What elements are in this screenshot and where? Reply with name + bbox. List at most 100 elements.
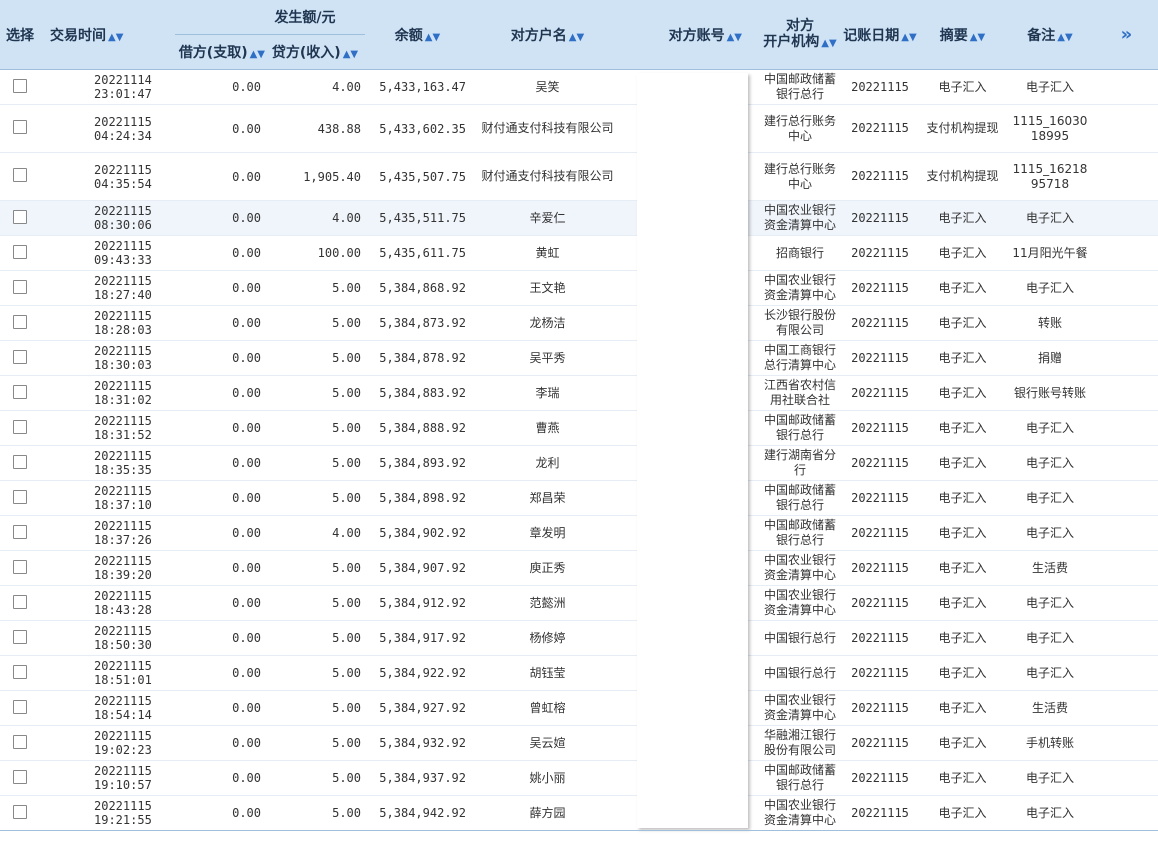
table-row[interactable]: 20221115 04:35:54 0.00 1,905.40 5,435,507.75… <box>0 152 1158 201</box>
row-checkbox[interactable] <box>13 664 27 679</box>
row-select-cell[interactable] <box>0 795 40 831</box>
transaction-time: 20221115 18:54:14 <box>40 690 175 726</box>
table-row[interactable]: 2022111518:37:260.004.005,384,902.92章发明6… <box>0 515 1158 551</box>
row-select-cell[interactable] <box>0 655 40 691</box>
table-row[interactable]: 20221115 04:24:34 0.00 438.88 5,433,602.35 财付… <box>0 104 1158 153</box>
row-checkbox[interactable] <box>13 769 27 784</box>
row-checkbox[interactable] <box>13 629 27 644</box>
row-checkbox[interactable] <box>13 209 27 224</box>
table-row[interactable]: 2022111518:35:350.005.005,384,893.92龙利62… <box>0 445 1158 481</box>
row-select-cell[interactable] <box>0 152 40 201</box>
table-row[interactable]: 2022111519:10:570.005.005,384,937.92姚小丽6… <box>0 760 1158 796</box>
table-row[interactable]: 2022111508:30:060.004.005,435,511.75辛爱仁6… <box>0 200 1158 236</box>
row-select-cell[interactable] <box>0 760 40 796</box>
row-checkbox[interactable] <box>13 279 27 294</box>
row-checkbox[interactable] <box>13 489 27 504</box>
debit-amount: 0.00 <box>175 340 265 376</box>
row-select-cell[interactable] <box>0 515 40 551</box>
row-select-cell[interactable] <box>0 270 40 306</box>
credit-amount: 5.00 <box>265 690 365 726</box>
header-counterparty-account[interactable]: 对方账号 ▲▼ <box>625 0 760 70</box>
header-credit[interactable]: 贷方(收入) ▲▼ <box>265 34 365 70</box>
sort-updown-icon[interactable]: ▲▼ <box>569 32 584 43</box>
header-post-date[interactable]: 记账日期 ▲▼ <box>840 0 920 70</box>
row-checkbox[interactable] <box>13 454 27 469</box>
row-checkbox[interactable] <box>13 559 27 574</box>
row-select-cell[interactable] <box>0 200 40 236</box>
sort-updown-icon[interactable]: ▲▼ <box>425 32 440 43</box>
scroll-right-button[interactable]: » <box>1095 0 1158 70</box>
remark: 手机转账 <box>1005 725 1095 761</box>
sort-updown-icon[interactable]: ▲▼ <box>250 49 265 60</box>
table-row[interactable]: 2022111518:54:140.005.005,384,927.92曾虹榕6… <box>0 690 1158 726</box>
sort-updown-icon[interactable]: ▲▼ <box>343 49 358 60</box>
row-select-cell[interactable] <box>0 445 40 481</box>
row-select-cell[interactable] <box>0 69 40 105</box>
row-checkbox[interactable] <box>13 524 27 539</box>
sort-updown-icon[interactable]: ▲▼ <box>970 32 985 43</box>
table-row[interactable]: 2022111518:31:520.005.005,384,888.92曹燕62… <box>0 410 1158 446</box>
table-row[interactable]: 2022111519:02:230.005.005,384,932.92吴云媗6… <box>0 725 1158 761</box>
table-row[interactable]: 2022111518:30:030.005.005,384,878.92吴平秀6… <box>0 340 1158 376</box>
row-select-cell[interactable] <box>0 585 40 621</box>
sort-updown-icon[interactable]: ▲▼ <box>727 32 742 43</box>
row-checkbox[interactable] <box>13 734 27 749</box>
sort-updown-icon[interactable]: ▲▼ <box>108 32 123 43</box>
balance-amount: 5,384,927.92 <box>365 690 470 726</box>
counterparty-bank: 江西省农村信用社联合社 <box>760 375 840 411</box>
table-row[interactable]: 2022111518:43:280.005.005,384,912.92范懿洲6… <box>0 585 1158 621</box>
row-checkbox[interactable] <box>13 314 27 329</box>
table-row[interactable]: 2022111518:28:030.005.005,384,873.92龙杨洁6… <box>0 305 1158 341</box>
sort-updown-icon[interactable]: ▲▼ <box>901 32 916 43</box>
row-checkbox[interactable] <box>13 419 27 434</box>
row-checkbox[interactable] <box>13 349 27 364</box>
header-balance[interactable]: 余额 ▲▼ <box>365 0 470 70</box>
row-checkbox[interactable] <box>13 78 27 93</box>
summary: 电子汇入 <box>920 200 1005 236</box>
row-select-cell[interactable] <box>0 410 40 446</box>
table-row[interactable]: 2022111518:27:400.005.005,384,868.92王文艳6… <box>0 270 1158 306</box>
row-checkbox[interactable] <box>13 384 27 399</box>
counterparty-name: 范懿洲 <box>470 585 625 621</box>
header-remark[interactable]: 备注 ▲▼ <box>1005 0 1095 70</box>
header-counterparty-bank[interactable]: 对方 开户机构 ▲▼ <box>760 0 840 70</box>
remark: 电子汇入 <box>1005 515 1095 551</box>
table-row[interactable]: 2022111423:01:470.004.005,433,163.47吴笑62… <box>0 69 1158 105</box>
row-checkbox[interactable] <box>13 699 27 714</box>
table-row[interactable]: 2022111519:21:550.005.005,384,942.92薛方园6… <box>0 795 1158 831</box>
table-row[interactable]: 2022111518:31:020.005.005,384,883.92李瑞62… <box>0 375 1158 411</box>
row-select-cell[interactable] <box>0 690 40 726</box>
remark: 1115_1603018995 <box>1005 104 1095 153</box>
table-row[interactable]: 2022111518:50:300.005.005,384,917.92杨修婷6… <box>0 620 1158 656</box>
row-select-cell[interactable] <box>0 550 40 586</box>
row-select-cell[interactable] <box>0 480 40 516</box>
sort-updown-icon[interactable]: ▲▼ <box>1057 32 1072 43</box>
double-chevron-right-icon[interactable]: » <box>1121 24 1133 45</box>
table-row[interactable]: 20221115 09:43:33 0.00 100.00 5,435,611.75 黄虹… <box>0 235 1158 271</box>
row-select-cell[interactable] <box>0 305 40 341</box>
balance-amount: 5,384,878.92 <box>365 340 470 376</box>
summary: 电子汇入 <box>920 795 1005 831</box>
row-select-cell[interactable] <box>0 725 40 761</box>
header-time[interactable]: 交易时间 ▲▼ <box>40 0 175 70</box>
sort-updown-icon[interactable]: ▲▼ <box>821 38 836 49</box>
counterparty-bank: 建行总行账务中心 <box>760 152 840 201</box>
row-checkbox[interactable] <box>13 244 27 259</box>
row-select-cell[interactable] <box>0 620 40 656</box>
header-counterparty-name[interactable]: 对方户名 ▲▼ <box>470 0 625 70</box>
transaction-time: 20221115 18:37:10 <box>40 480 175 516</box>
row-select-cell[interactable] <box>0 375 40 411</box>
row-checkbox[interactable] <box>13 168 27 182</box>
row-checkbox[interactable] <box>13 594 27 609</box>
row-select-cell[interactable] <box>0 235 40 271</box>
table-row[interactable]: 2022111518:51:010.005.005,384,922.92胡钰莹6… <box>0 655 1158 691</box>
row-select-cell[interactable] <box>0 340 40 376</box>
header-debit[interactable]: 借方(支取) ▲▼ <box>175 34 265 70</box>
row-select-cell[interactable] <box>0 104 40 153</box>
row-checkbox[interactable] <box>13 804 27 819</box>
header-summary[interactable]: 摘要 ▲▼ <box>920 0 1005 70</box>
table-row[interactable]: 2022111518:39:200.005.005,384,907.92庾正秀6… <box>0 550 1158 586</box>
credit-amount: 5.00 <box>265 725 365 761</box>
table-row[interactable]: 2022111518:37:100.005.005,384,898.92郑昌荣6… <box>0 480 1158 516</box>
row-checkbox[interactable] <box>13 120 27 134</box>
